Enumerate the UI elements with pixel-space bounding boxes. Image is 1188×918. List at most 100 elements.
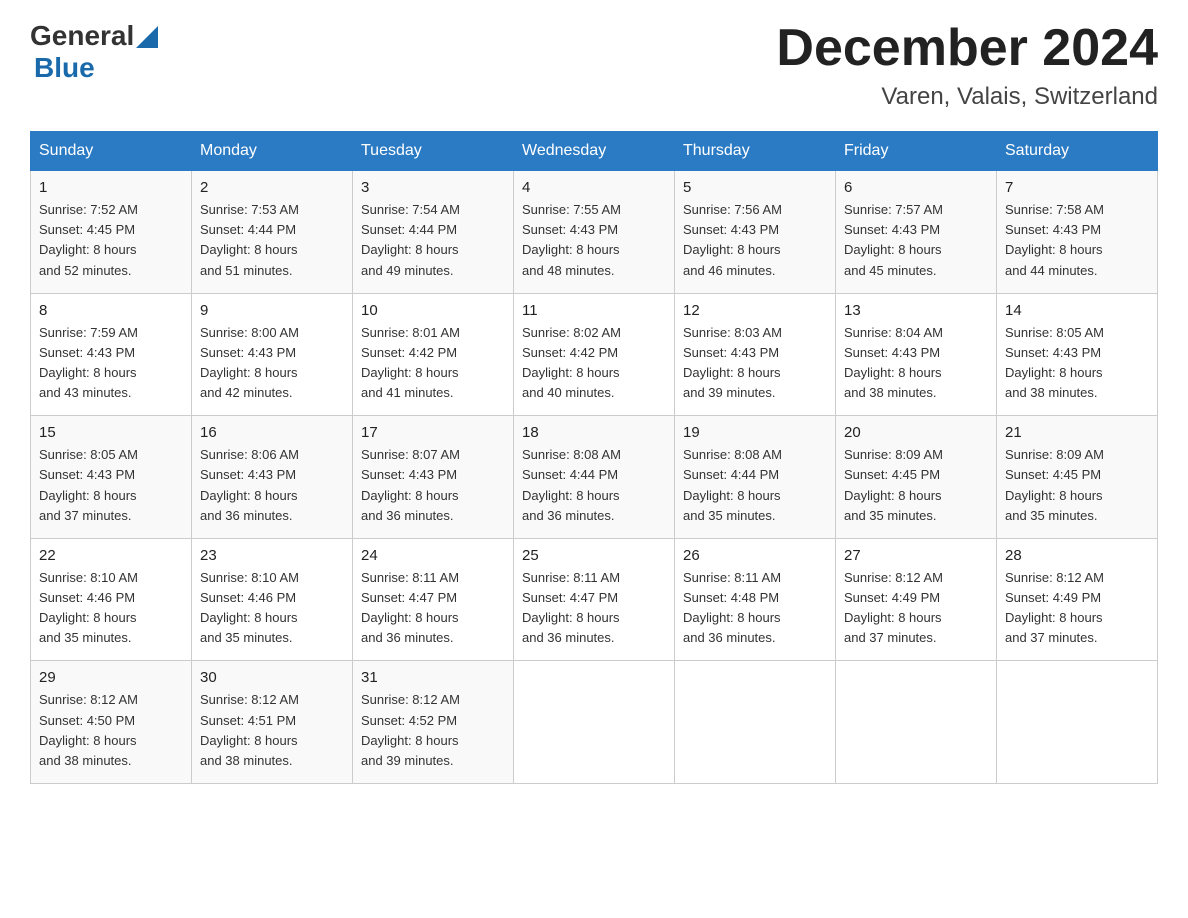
day-number: 7	[1005, 179, 1149, 196]
col-friday: Friday	[836, 132, 997, 171]
day-number: 20	[844, 424, 988, 441]
logo-icon: General Blue	[30, 20, 158, 84]
day-number: 27	[844, 547, 988, 564]
day-info: Sunrise: 8:06 AMSunset: 4:43 PMDaylight:…	[200, 445, 344, 526]
day-info: Sunrise: 7:54 AMSunset: 4:44 PMDaylight:…	[361, 200, 505, 281]
day-info: Sunrise: 8:10 AMSunset: 4:46 PMDaylight:…	[200, 568, 344, 649]
table-row: 14Sunrise: 8:05 AMSunset: 4:43 PMDayligh…	[997, 293, 1158, 416]
day-info: Sunrise: 8:09 AMSunset: 4:45 PMDaylight:…	[1005, 445, 1149, 526]
day-number: 19	[683, 424, 827, 441]
day-info: Sunrise: 8:08 AMSunset: 4:44 PMDaylight:…	[522, 445, 666, 526]
table-row: 29Sunrise: 8:12 AMSunset: 4:50 PMDayligh…	[31, 661, 192, 784]
day-info: Sunrise: 8:10 AMSunset: 4:46 PMDaylight:…	[39, 568, 183, 649]
day-info: Sunrise: 8:08 AMSunset: 4:44 PMDaylight:…	[683, 445, 827, 526]
day-info: Sunrise: 7:52 AMSunset: 4:45 PMDaylight:…	[39, 200, 183, 281]
logo-text-blue: Blue	[34, 52, 95, 84]
page-header: General Blue December 2024 Varen, Valais…	[30, 20, 1158, 111]
logo-triangle-icon	[136, 26, 158, 48]
day-number: 4	[522, 179, 666, 196]
day-number: 2	[200, 179, 344, 196]
table-row: 20 Sunrise: 8:09 AMSunset: 4:45 PMDayligh…	[836, 416, 997, 539]
day-info: Sunrise: 8:12 AMSunset: 4:52 PMDaylight:…	[361, 690, 505, 771]
day-number: 10	[361, 302, 505, 319]
day-number: 21	[1005, 424, 1149, 441]
table-row: 16 Sunrise: 8:06 AMSunset: 4:43 PMDayligh…	[192, 416, 353, 539]
table-row: 13Sunrise: 8:04 AMSunset: 4:43 PMDayligh…	[836, 293, 997, 416]
day-info: Sunrise: 8:03 AMSunset: 4:43 PMDaylight:…	[683, 323, 827, 404]
table-row: 18 Sunrise: 8:08 AMSunset: 4:44 PMDayligh…	[514, 416, 675, 539]
day-number: 13	[844, 302, 988, 319]
table-row: 11 Sunrise: 8:02 AMSunset: 4:42 PMDayligh…	[514, 293, 675, 416]
col-monday: Monday	[192, 132, 353, 171]
calendar-week-row: 22 Sunrise: 8:10 AMSunset: 4:46 PMDayligh…	[31, 538, 1158, 661]
table-row: 2 Sunrise: 7:53 AMSunset: 4:44 PMDaylight…	[192, 171, 353, 294]
day-info: Sunrise: 8:11 AMSunset: 4:47 PMDaylight:…	[361, 568, 505, 649]
col-saturday: Saturday	[997, 132, 1158, 171]
day-number: 3	[361, 179, 505, 196]
table-row: 7 Sunrise: 7:58 AMSunset: 4:43 PMDaylight…	[997, 171, 1158, 294]
col-thursday: Thursday	[675, 132, 836, 171]
calendar-body: 1 Sunrise: 7:52 AMSunset: 4:45 PMDaylight…	[31, 171, 1158, 784]
table-row: 26Sunrise: 8:11 AMSunset: 4:48 PMDayligh…	[675, 538, 836, 661]
day-info: Sunrise: 8:01 AMSunset: 4:42 PMDaylight:…	[361, 323, 505, 404]
calendar-week-row: 29Sunrise: 8:12 AMSunset: 4:50 PMDayligh…	[31, 661, 1158, 784]
calendar-week-row: 1 Sunrise: 7:52 AMSunset: 4:45 PMDaylight…	[31, 171, 1158, 294]
table-row	[997, 661, 1158, 784]
day-info: Sunrise: 7:59 AMSunset: 4:43 PMDaylight:…	[39, 323, 183, 404]
table-row: 4Sunrise: 7:55 AMSunset: 4:43 PMDaylight…	[514, 171, 675, 294]
table-row: 23 Sunrise: 8:10 AMSunset: 4:46 PMDayligh…	[192, 538, 353, 661]
day-number: 5	[683, 179, 827, 196]
day-info: Sunrise: 8:05 AMSunset: 4:43 PMDaylight:…	[1005, 323, 1149, 404]
location-title: Varen, Valais, Switzerland	[776, 83, 1158, 111]
day-info: Sunrise: 8:12 AMSunset: 4:49 PMDaylight:…	[844, 568, 988, 649]
day-info: Sunrise: 7:57 AMSunset: 4:43 PMDaylight:…	[844, 200, 988, 281]
day-number: 17	[361, 424, 505, 441]
day-number: 8	[39, 302, 183, 319]
table-row	[514, 661, 675, 784]
day-info: Sunrise: 7:53 AMSunset: 4:44 PMDaylight:…	[200, 200, 344, 281]
table-row: 15Sunrise: 8:05 AMSunset: 4:43 PMDayligh…	[31, 416, 192, 539]
col-wednesday: Wednesday	[514, 132, 675, 171]
day-info: Sunrise: 7:56 AMSunset: 4:43 PMDaylight:…	[683, 200, 827, 281]
day-info: Sunrise: 8:11 AMSunset: 4:47 PMDaylight:…	[522, 568, 666, 649]
day-number: 29	[39, 669, 183, 686]
table-row: 27 Sunrise: 8:12 AMSunset: 4:49 PMDayligh…	[836, 538, 997, 661]
day-info: Sunrise: 8:12 AMSunset: 4:51 PMDaylight:…	[200, 690, 344, 771]
table-row: 24Sunrise: 8:11 AMSunset: 4:47 PMDayligh…	[353, 538, 514, 661]
day-info: Sunrise: 8:00 AMSunset: 4:43 PMDaylight:…	[200, 323, 344, 404]
title-block: December 2024 Varen, Valais, Switzerland	[776, 20, 1158, 111]
calendar-week-row: 8 Sunrise: 7:59 AMSunset: 4:43 PMDaylight…	[31, 293, 1158, 416]
calendar-table: Sunday Monday Tuesday Wednesday Thursday…	[30, 131, 1158, 784]
day-number: 23	[200, 547, 344, 564]
day-info: Sunrise: 8:12 AMSunset: 4:49 PMDaylight:…	[1005, 568, 1149, 649]
logo: General Blue	[30, 20, 158, 84]
day-number: 31	[361, 669, 505, 686]
table-row: 9 Sunrise: 8:00 AMSunset: 4:43 PMDaylight…	[192, 293, 353, 416]
day-info: Sunrise: 8:07 AMSunset: 4:43 PMDaylight:…	[361, 445, 505, 526]
col-tuesday: Tuesday	[353, 132, 514, 171]
table-row	[836, 661, 997, 784]
table-row	[675, 661, 836, 784]
day-number: 18	[522, 424, 666, 441]
table-row: 3 Sunrise: 7:54 AMSunset: 4:44 PMDaylight…	[353, 171, 514, 294]
day-info: Sunrise: 7:58 AMSunset: 4:43 PMDaylight:…	[1005, 200, 1149, 281]
table-row: 30Sunrise: 8:12 AMSunset: 4:51 PMDayligh…	[192, 661, 353, 784]
table-row: 6Sunrise: 7:57 AMSunset: 4:43 PMDaylight…	[836, 171, 997, 294]
day-number: 1	[39, 179, 183, 196]
day-number: 28	[1005, 547, 1149, 564]
header-row: Sunday Monday Tuesday Wednesday Thursday…	[31, 132, 1158, 171]
day-number: 11	[522, 302, 666, 319]
table-row: 1 Sunrise: 7:52 AMSunset: 4:45 PMDaylight…	[31, 171, 192, 294]
calendar-header: Sunday Monday Tuesday Wednesday Thursday…	[31, 132, 1158, 171]
table-row: 5 Sunrise: 7:56 AMSunset: 4:43 PMDaylight…	[675, 171, 836, 294]
day-number: 16	[200, 424, 344, 441]
table-row: 17 Sunrise: 8:07 AMSunset: 4:43 PMDayligh…	[353, 416, 514, 539]
day-info: Sunrise: 8:09 AMSunset: 4:45 PMDaylight:…	[844, 445, 988, 526]
day-number: 22	[39, 547, 183, 564]
day-info: Sunrise: 8:02 AMSunset: 4:42 PMDaylight:…	[522, 323, 666, 404]
table-row: 8 Sunrise: 7:59 AMSunset: 4:43 PMDaylight…	[31, 293, 192, 416]
table-row: 22 Sunrise: 8:10 AMSunset: 4:46 PMDayligh…	[31, 538, 192, 661]
day-number: 9	[200, 302, 344, 319]
logo-text-general: General	[30, 20, 134, 52]
day-number: 15	[39, 424, 183, 441]
